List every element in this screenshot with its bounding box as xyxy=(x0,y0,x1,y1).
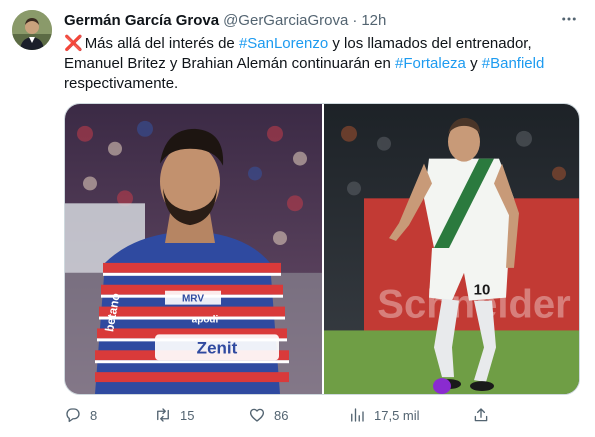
share-icon xyxy=(474,408,488,422)
shirt-number: 10 xyxy=(474,282,491,299)
tweet-text-segment: y los llamados del entrenador, xyxy=(328,35,532,52)
photo-image: MRV apodi Zenit betano xyxy=(65,104,322,394)
photo-image: Schneider 10 xyxy=(324,104,579,394)
tweet-text-segment: respectivamente. xyxy=(64,75,179,92)
share-button[interactable] xyxy=(472,406,498,424)
author-handle[interactable]: @GerGarciaGrova xyxy=(223,12,348,29)
tweet-text: ❌ Más allá del interés de #SanLorenzo y l… xyxy=(64,34,584,94)
hashtag-sanlorenzo-link[interactable]: #SanLorenzo xyxy=(239,35,328,52)
player-photo-banfield[interactable]: Schneider 10 xyxy=(324,104,579,394)
reply-button[interactable]: 8 xyxy=(64,406,97,424)
tweet-text-segment: y xyxy=(465,55,482,72)
avatar[interactable] xyxy=(12,10,52,50)
reply-count: 8 xyxy=(90,407,98,423)
sponsor-text: MRV xyxy=(182,294,204,305)
separator-dot: · xyxy=(352,11,358,29)
views-button[interactable]: 17,5 mil xyxy=(348,406,420,424)
reply-icon xyxy=(66,408,80,423)
more-options-button[interactable] xyxy=(557,9,581,29)
retweet-count: 15 xyxy=(180,407,195,423)
sponsor-text: Zenit xyxy=(197,338,238,357)
tweet-text-segment: Más allá del interés de xyxy=(84,35,239,52)
more-icon xyxy=(562,17,576,21)
heart-icon xyxy=(249,408,265,422)
hashtag-fortaleza-link[interactable]: #Fortaleza xyxy=(395,55,466,72)
hashtag-banfield-link[interactable]: #Banfield xyxy=(482,55,545,72)
author-display-name[interactable]: Germán García Grova xyxy=(64,12,219,29)
like-count: 86 xyxy=(274,407,289,423)
tweet[interactable]: Germán García Grova @GerGarciaGrova · 12… xyxy=(0,0,595,437)
tweet-header: Germán García Grova @GerGarciaGrova · 12… xyxy=(64,10,386,30)
avatar-image xyxy=(12,10,52,50)
player-photo-fortaleza[interactable]: MRV apodi Zenit betano xyxy=(65,104,322,394)
tweet-text-segment: Emanuel Britez y Brahian Alemán continua… xyxy=(64,55,396,72)
tweet-actions: 8 15 86 17,5 mil xyxy=(64,404,494,426)
media-grid: MRV apodi Zenit betano Schneider 10 xyxy=(64,103,580,395)
views-count: 17,5 mil xyxy=(374,407,420,423)
retweet-icon xyxy=(157,408,169,422)
cross-mark-icon: ❌ xyxy=(64,35,83,52)
tweet-time[interactable]: 12h xyxy=(361,12,386,29)
like-button[interactable]: 86 xyxy=(248,406,288,424)
sponsor-text: apodi xyxy=(192,315,219,326)
views-chart-icon xyxy=(351,408,364,422)
retweet-button[interactable]: 15 xyxy=(154,406,194,424)
